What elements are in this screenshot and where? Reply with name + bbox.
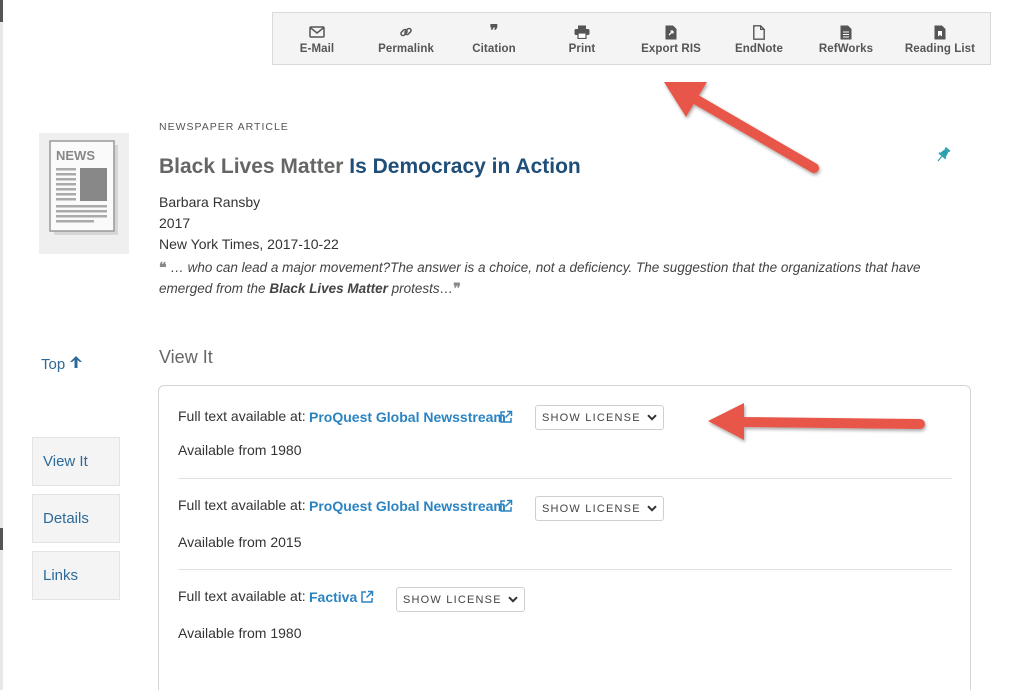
pin-icon[interactable] [935,146,951,169]
endnote-label: EndNote [735,43,783,55]
external-link-icon[interactable] [360,590,374,609]
record-year: 2017 [159,215,191,231]
view-it-panel: Full text available at: ProQuest Global … [158,385,971,690]
file-bookmark-icon [931,23,949,41]
actions-toolbar: E-Mail Permalink ❞ Citation Print Export… [272,12,991,65]
open-quote-icon: ❝ [159,259,167,275]
file-export-icon [662,23,680,41]
availability-text: Available from 2015 [178,534,302,550]
reading-list-label: Reading List [904,43,976,55]
row-divider [178,569,952,570]
provider-link[interactable]: Factiva [309,589,357,605]
endnote-button[interactable]: EndNote [729,13,789,65]
sidenav-links[interactable]: Links [32,551,120,600]
back-to-top-link[interactable]: Top [41,355,83,373]
file-icon [750,23,768,41]
edge-mark [0,528,3,550]
snippet-highlight: Black Lives Matter [269,281,388,296]
refworks-label: RefWorks [818,43,874,55]
sidenav-details[interactable]: Details [32,494,120,543]
show-license-label: SHOW LICENSE [542,502,641,515]
chevron-down-icon [647,412,657,424]
window-edge [0,0,3,690]
external-link-icon[interactable] [499,410,513,429]
permalink-button[interactable]: Permalink [373,13,439,65]
print-button[interactable]: Print [555,13,609,65]
record-author[interactable]: Barbara Ransby [159,194,260,210]
close-quote-icon: ❞ [453,280,461,296]
permalink-label: Permalink [378,43,434,55]
print-label: Print [568,43,596,55]
record-snippet: ❝ … who can lead a major movement?The an… [159,257,959,299]
email-icon [308,23,326,41]
record-title[interactable]: Black Lives Matter Is Democracy in Actio… [159,155,581,179]
thumbnail-masthead: NEWS [56,148,95,163]
export-ris-label: Export RIS [641,43,701,55]
full-text-label: Full text available at: [178,497,306,513]
title-plain: Black Lives Matter [159,155,344,178]
export-ris-button[interactable]: Export RIS [637,13,705,65]
chevron-down-icon [508,594,518,606]
email-button[interactable]: E-Mail [289,13,345,65]
full-text-label: Full text available at: [178,408,306,424]
service-row: Full text available at: ProQuest Global … [178,496,952,567]
arrow-up-icon [69,355,83,373]
full-text-label: Full text available at: [178,588,306,604]
edge-mark [0,0,3,22]
sidenav-view-it[interactable]: View It [32,437,120,486]
email-label: E-Mail [299,43,335,55]
chevron-down-icon [647,503,657,515]
reading-list-button[interactable]: Reading List [903,13,977,65]
service-row: Full text available at: Factiva SHOW LIC… [178,587,952,658]
link-icon [397,23,415,41]
provider-link[interactable]: ProQuest Global Newsstream [309,409,506,425]
citation-label: Citation [472,43,516,55]
newspaper-thumbnail: NEWS [39,133,129,254]
annotation-arrow-toolbar [664,82,819,173]
quote-icon: ❞ [489,23,499,40]
view-it-heading: View It [159,347,213,367]
availability-text: Available from 1980 [178,625,302,641]
record-source: New York Times, 2017-10-22 [159,236,339,252]
citation-button[interactable]: ❞ Citation [465,13,523,65]
service-row: Full text available at: ProQuest Global … [178,405,952,478]
top-label: Top [41,355,66,373]
show-license-label: SHOW LICENSE [403,593,502,606]
title-highlight: Is Democracy in Action [349,155,581,178]
show-license-button[interactable]: SHOW LICENSE [535,405,664,430]
show-license-button[interactable]: SHOW LICENSE [396,587,525,612]
availability-text: Available from 1980 [178,442,302,458]
snippet-suffix: protests… [391,281,454,296]
row-divider [178,478,952,479]
show-license-label: SHOW LICENSE [542,411,641,424]
provider-link[interactable]: ProQuest Global Newsstream [309,498,506,514]
printer-icon [573,23,591,41]
external-link-icon[interactable] [499,499,513,518]
show-license-button[interactable]: SHOW LICENSE [535,496,664,521]
file-text-icon [837,23,855,41]
refworks-button[interactable]: RefWorks [815,13,877,65]
record-type: NEWSPAPER ARTICLE [159,121,289,133]
